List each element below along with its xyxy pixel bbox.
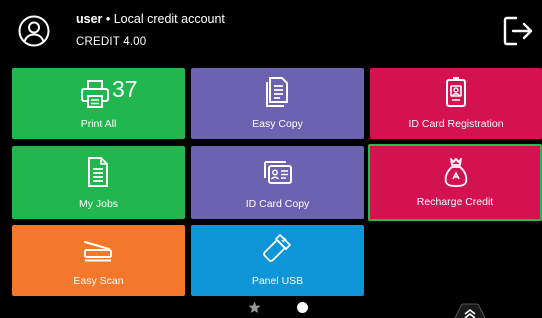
printer-icon [81,80,109,108]
my-jobs-tile[interactable]: My Jobs [12,146,185,219]
id-card-copy-icon [264,161,292,184]
my-jobs-label: My Jobs [78,198,119,210]
panel-usb-tile[interactable]: Panel USB [191,225,364,296]
id-card-copy-tile[interactable]: ID Card Copy [191,146,364,219]
separator: • [102,12,114,26]
easy-scan-label: Easy Scan [73,275,124,287]
recharge-credit-label: Recharge Credit [416,196,494,208]
chevron-up-double-icon[interactable] [452,302,488,318]
copy-document-icon [266,77,288,107]
user-circle-icon[interactable] [18,15,50,47]
account-type: Local credit account [113,12,225,26]
header-bar: user • Local credit account CREDIT 4.00 [0,0,542,62]
account-info: user • Local credit account [76,12,225,26]
usb-icon [263,234,291,262]
easy-copy-label: Easy Copy [252,118,303,130]
logout-icon[interactable] [502,14,534,48]
user-name: user [76,12,103,26]
id-card-copy-label: ID Card Copy [245,198,310,210]
easy-copy-tile[interactable]: Easy Copy [191,68,364,139]
id-card-registration-label: ID Card Registration [408,118,504,130]
easy-scan-tile[interactable]: Easy Scan [12,225,185,296]
panel-usb-label: Panel USB [251,275,304,287]
money-bag-icon [444,158,468,187]
print-job-count: 37 [112,76,138,102]
id-card-registration-tile[interactable]: ID Card Registration [370,68,542,139]
print-all-tile[interactable]: 37 Print All [12,68,185,139]
credit-balance: CREDIT 4.00 [76,36,147,48]
print-all-label: Print All [80,118,117,130]
id-badge-icon [446,77,466,107]
document-list-icon [88,157,108,187]
page-dot-active[interactable] [297,302,308,313]
scanner-icon [84,241,112,262]
star-icon[interactable] [248,301,261,314]
recharge-credit-tile[interactable]: Recharge Credit [368,144,542,221]
